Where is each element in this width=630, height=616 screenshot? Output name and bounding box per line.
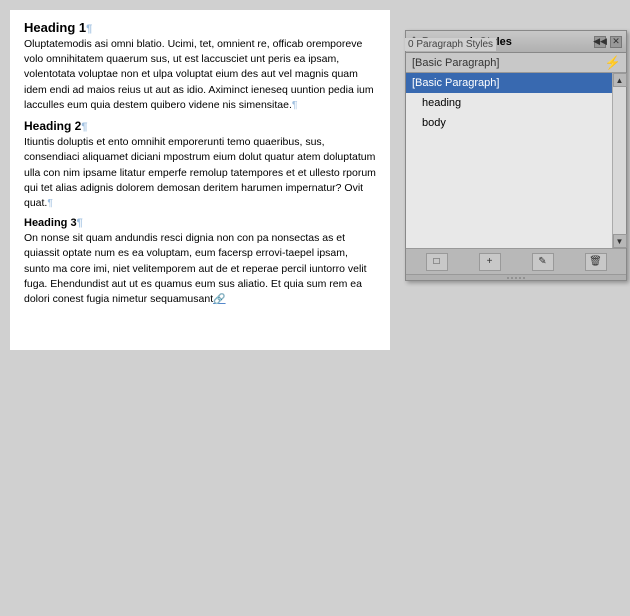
style-item-body[interactable]: body (406, 113, 626, 133)
scroll-down-button[interactable]: ▼ (613, 234, 627, 248)
panel-close-button[interactable]: ✕ (610, 36, 622, 48)
resize-dots (507, 277, 525, 279)
panel-subheader: [Basic Paragraph] ⚡ (406, 53, 626, 73)
current-style-label: [Basic Paragraph] (412, 57, 499, 69)
panel-resize-handle[interactable] (406, 274, 626, 280)
panel-footer: □ + ✎ 🗑 (406, 248, 626, 274)
scroll-track (613, 87, 626, 234)
resize-dot-5 (523, 277, 525, 279)
delete-style-button[interactable]: 🗑 (585, 253, 607, 271)
resize-dot-1 (507, 277, 509, 279)
resize-dot-2 (511, 277, 513, 279)
heading-1: Heading 1 (24, 20, 376, 35)
edit-style-button[interactable]: ✎ (532, 253, 554, 271)
panel-scrollbar[interactable]: ▲ ▼ (612, 73, 626, 248)
body-paragraph-1: Oluptatemodis asi omni blatio. Ucimi, te… (24, 37, 376, 113)
panel-list-area: [Basic Paragraph] heading body ▲ ▼ (406, 73, 626, 248)
heading-2: Heading 2 (24, 119, 376, 133)
style-item-heading[interactable]: heading (406, 93, 626, 113)
lightning-bolt-icon: ⚡ (605, 56, 621, 69)
style-count-badge: 0 Paragraph Styles (405, 38, 496, 51)
document-area: Heading 1 Oluptatemodis asi omni blatio.… (0, 0, 400, 616)
paragraph-styles-panel: Paragraph Styles ◀◀ ✕ [Basic Paragraph] … (405, 30, 627, 281)
body-paragraph-3: On nonse sit quam andundis resci dignia … (24, 231, 376, 307)
style-list: [Basic Paragraph] heading body (406, 73, 626, 133)
quick-apply-icon[interactable]: ⚡ (606, 56, 620, 70)
heading-3: Heading 3 (24, 217, 376, 229)
scroll-up-button[interactable]: ▲ (613, 73, 627, 87)
resize-dot-3 (515, 277, 517, 279)
panel-titlebar-controls: ◀◀ ✕ (594, 36, 622, 48)
document-content: Heading 1 Oluptatemodis asi omni blatio.… (10, 10, 390, 350)
panel-minimize-button[interactable]: ◀◀ (594, 36, 606, 48)
new-style-group-button[interactable]: □ (426, 253, 448, 271)
create-new-style-button[interactable]: + (479, 253, 501, 271)
style-item-basic-paragraph[interactable]: [Basic Paragraph] (406, 73, 626, 93)
body-paragraph-2: Itiuntis doluptis et ento omnihit empore… (24, 135, 376, 211)
resize-dot-4 (519, 277, 521, 279)
